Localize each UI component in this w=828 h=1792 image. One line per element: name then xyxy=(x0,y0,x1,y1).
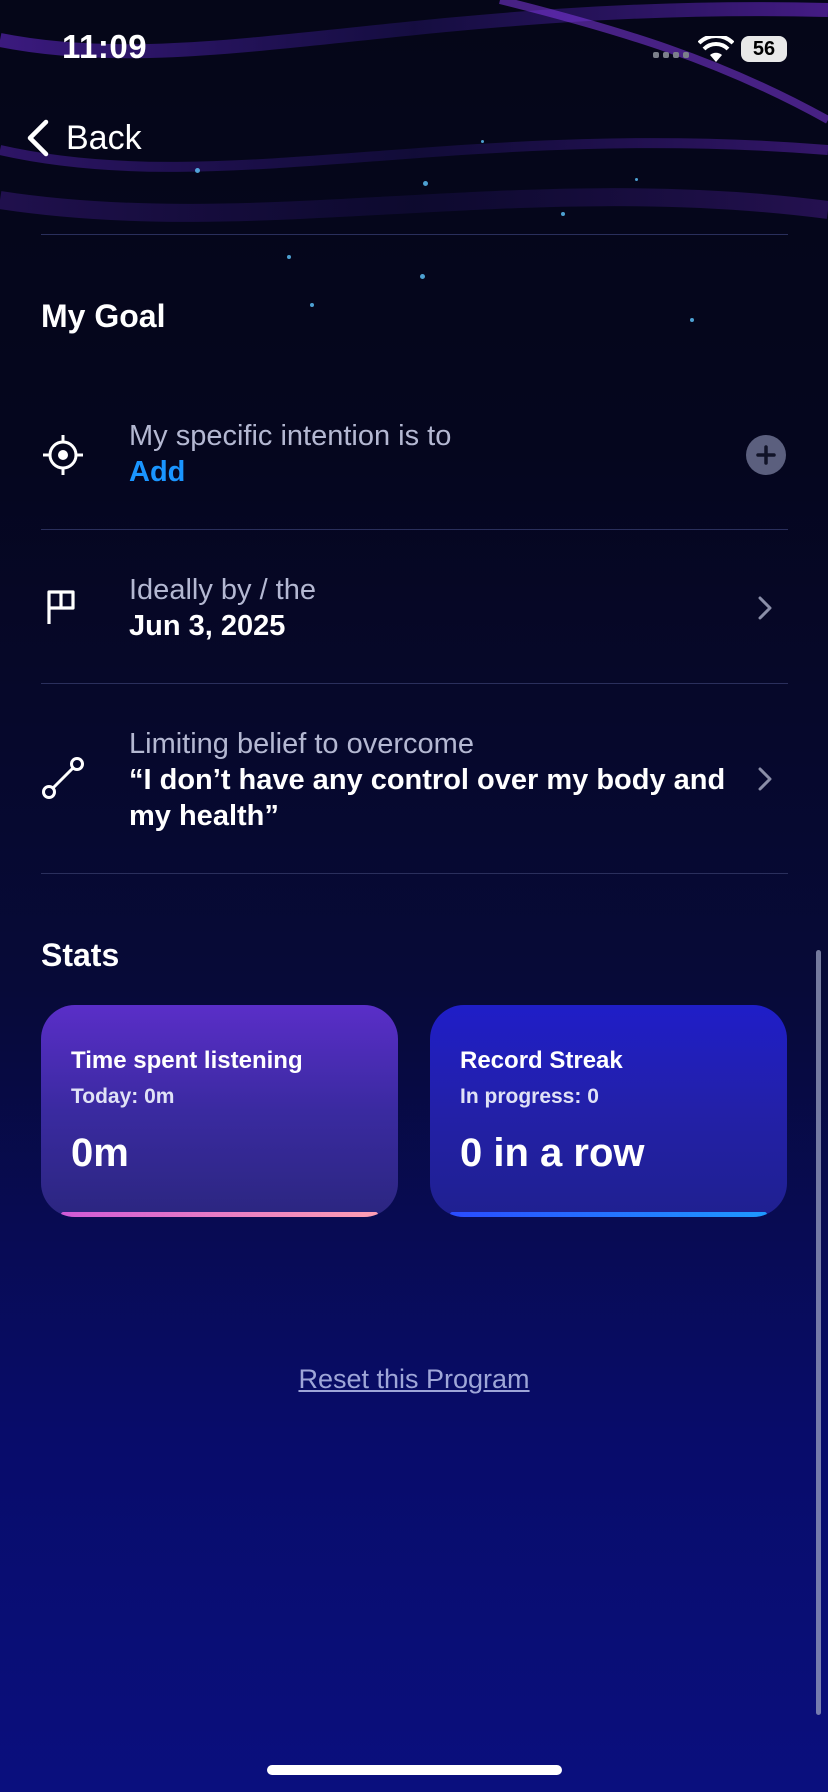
goal-section-title: My Goal xyxy=(41,298,166,334)
back-button[interactable]: Back xyxy=(24,118,142,158)
star xyxy=(310,303,314,307)
status-time: 11:09 xyxy=(62,28,148,65)
flag-icon xyxy=(47,590,75,624)
chevron-right-icon xyxy=(758,596,772,620)
streak-card-value: 0 in a row xyxy=(460,1131,645,1175)
listening-card-title: Time spent listening xyxy=(71,1047,303,1074)
listening-card-value: 0m xyxy=(71,1131,129,1175)
star xyxy=(423,181,428,186)
divider xyxy=(41,683,788,684)
cellular-signal-icon xyxy=(653,52,691,60)
listening-time-card[interactable]: Time spent listening Today: 0m 0m xyxy=(41,1005,398,1217)
star xyxy=(690,318,694,322)
belief-label: Limiting belief to overcome xyxy=(129,728,474,760)
home-indicator[interactable] xyxy=(267,1765,562,1775)
deadline-value: Jun 3, 2025 xyxy=(129,610,286,642)
intention-row[interactable]: My specific intention is to Add xyxy=(41,410,788,500)
intention-label: My specific intention is to xyxy=(129,420,452,452)
add-intention-button[interactable] xyxy=(746,435,786,475)
back-label: Back xyxy=(66,118,142,157)
reset-program-link[interactable]: Reset this Program xyxy=(0,1364,828,1395)
streak-card-bar xyxy=(450,1212,767,1217)
streak-card-title: Record Streak xyxy=(460,1047,623,1074)
intention-add-link[interactable]: Add xyxy=(129,454,728,490)
target-icon xyxy=(43,435,83,475)
star xyxy=(420,274,425,279)
deadline-row[interactable]: Ideally by / the Jun 3, 2025 xyxy=(41,566,788,646)
path-icon xyxy=(42,757,84,799)
listening-card-subtitle: Today: 0m xyxy=(71,1085,175,1108)
star xyxy=(195,168,200,173)
stats-section-title: Stats xyxy=(41,937,120,973)
streak-card-subtitle: In progress: 0 xyxy=(460,1085,599,1108)
star xyxy=(287,255,291,259)
star xyxy=(561,212,565,216)
wifi-icon xyxy=(698,36,734,62)
belief-row[interactable]: Limiting belief to overcome “I don’t hav… xyxy=(41,722,788,842)
star xyxy=(481,140,484,143)
belief-value: “I don’t have any control over my body a… xyxy=(129,764,726,832)
divider xyxy=(41,529,788,530)
divider xyxy=(41,873,788,874)
listening-card-bar xyxy=(61,1212,378,1217)
deadline-label: Ideally by / the xyxy=(129,574,316,606)
plus-icon xyxy=(756,445,776,465)
divider xyxy=(41,234,788,235)
scrollbar[interactable] xyxy=(816,950,821,1715)
chevron-left-icon xyxy=(27,119,49,157)
chevron-right-icon xyxy=(758,767,772,791)
star xyxy=(635,178,638,181)
record-streak-card[interactable]: Record Streak In progress: 0 0 in a row xyxy=(430,1005,787,1217)
battery-icon: 56 xyxy=(741,36,787,62)
